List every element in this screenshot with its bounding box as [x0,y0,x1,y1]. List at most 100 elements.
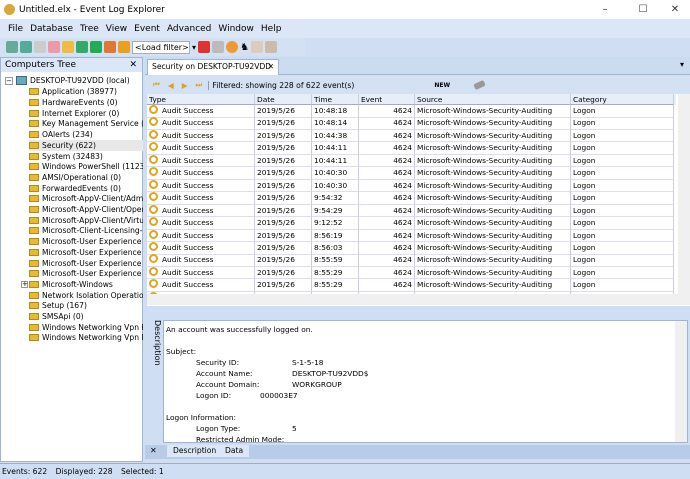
horizontal-scrollbar[interactable] [147,294,690,305]
folder-icon[interactable] [62,41,74,53]
table-row[interactable]: Audit Success 2019/5/26 10:44:11 4624 Micros… [147,142,676,155]
tree-item[interactable]: Microsoft-User Experience Virtualization [29,236,143,247]
cell-text: Logon [573,180,596,190]
binoculars-icon[interactable]: ♞ [240,42,249,53]
column-header-source[interactable]: Source [415,94,571,105]
tab-description[interactable]: Description [167,445,223,457]
cell-text: Logon [573,106,596,115]
menu-file[interactable]: File [8,24,23,34]
save-icon[interactable] [76,41,88,53]
disabled-icon[interactable] [34,41,46,53]
table-row[interactable]: Audit Success 2019/5/26 10:48:14 4624 Micros… [147,117,676,131]
first-icon[interactable]: ⏮ [153,80,160,90]
tree-item[interactable]: Microsoft-User Experience Virtualization [29,268,143,279]
tab-security[interactable]: Security on DESKTOP-TU92VDD ✕ [147,59,279,75]
tree-root[interactable]: − DESKTOP-TU92VDD (local) [5,75,143,86]
tree-item[interactable]: Windows PowerShell (11234) [29,161,143,172]
remove-filter-icon[interactable] [198,41,211,53]
menu-event[interactable]: Event [134,24,160,34]
menu-advanced[interactable]: Advanced [167,24,211,34]
folder-icon [29,334,39,342]
tree-item[interactable]: Setup (167) [29,300,143,311]
tree-item[interactable]: ForwardedEvents (0) [29,183,143,194]
table-row[interactable]: Audit Success 2019/5/26 10:40:30 4624 Micros… [147,167,676,180]
save-as-icon[interactable] [90,41,102,53]
tree-item[interactable]: HardwareEvents (0) [29,97,143,108]
tree-item[interactable]: Microsoft-AppV-Client/Admin (0) [29,193,143,204]
folder-icon [29,313,39,320]
column-header-time[interactable]: Time [312,94,359,105]
tree-item[interactable]: Windows Networking Vpn Plugin [29,332,143,343]
table-row[interactable]: Audit Success 2019/5/26 10:48:18 4624 Micros… [147,105,676,118]
tree-item[interactable]: SMSApi (0) [29,311,143,322]
tree-item[interactable]: Key Management Service (0) [29,118,143,129]
table-row[interactable]: Audit Success 2019/5/26 8:56:03 4624 Microso… [147,241,676,255]
menu-window[interactable]: Window [218,24,254,34]
collapse-icon[interactable]: − [5,76,13,85]
open-file-icon[interactable] [48,41,60,53]
table-row[interactable]: Audit Success 2019/5/26 8:55:59 4624 Microso… [147,254,676,267]
chevron-down-icon[interactable]: ▾ [192,43,196,52]
tree-item[interactable]: Application (38977) [29,86,143,97]
close-icon[interactable]: ✕ [129,58,137,72]
tab-menu-icon[interactable]: ▾ [680,60,684,69]
previous-icon[interactable]: ◀ [168,81,174,90]
tree-item[interactable]: Windows Networking Vpn Plugin [29,322,143,333]
new-computer-icon[interactable] [6,41,18,53]
eraser-icon[interactable] [473,79,486,91]
clear-log-icon[interactable] [104,41,116,53]
load-filter-select[interactable]: <Load filter> [132,40,190,54]
cell-text: 2019/5/26 [257,106,295,115]
print-icon[interactable] [264,41,277,53]
table-row[interactable]: Audit Success 2019/5/26 8:55:29 4624 Microso… [147,279,676,292]
tree-item[interactable]: Microsoft-User Experience Virtualization [29,247,143,258]
tree-item[interactable]: Security (622) [29,139,143,151]
close-icon[interactable]: ✕ [150,446,157,455]
column-header-date[interactable]: Date [255,94,312,105]
cell-event: 4624 [359,204,415,218]
column-header-event[interactable]: Event [359,94,415,105]
menu-database[interactable]: Database [30,24,73,34]
cell-text: 2019/5/26 [257,255,295,265]
column-header-category[interactable]: Category [571,94,674,105]
table-row[interactable]: Audit Success 2019/5/26 9:54:32 4624 Microso… [147,192,676,205]
menu-tree[interactable]: Tree [80,24,99,34]
tree-item[interactable]: AMSI/Operational (0) [29,172,143,183]
next-icon[interactable]: ▶ [182,81,188,90]
last-icon[interactable]: ⏭ [196,80,203,90]
vertical-scrollbar[interactable] [678,94,690,294]
tree-item[interactable]: System (32483) [29,151,143,162]
table-row[interactable]: Audit Success 2019/5/26 9:12:52 4624 Microso… [147,217,676,230]
table-row[interactable]: Audit Success 2019/5/26 9:54:29 4624 Microso… [147,204,676,218]
table-row[interactable]: Audit Success 2019/5/26 10:40:30 4624 Micros… [147,179,676,193]
folder-icon [29,291,39,299]
table-row[interactable]: Audit Success 2019/5/26 8:55:29 4624 Microso… [147,266,676,280]
column-header-type[interactable]: Type [147,94,255,105]
tab-data[interactable]: Data [219,445,250,457]
disabled-filter-icon[interactable] [212,41,225,53]
table-row[interactable]: Audit Success 2019/5/26 10:44:38 4624 Micros… [147,129,676,143]
tree-item[interactable]: OAlerts (234) [29,129,143,140]
minimize-button[interactable]: – [590,0,620,19]
table-row[interactable]: Audit Success 2019/5/26 10:44:11 4624 Micros… [147,154,676,168]
find-icon[interactable] [250,41,263,53]
tree-item[interactable]: Microsoft-User Experience Virtualization [29,258,143,269]
description-scrollbar[interactable] [675,321,687,442]
refresh-icon[interactable] [226,41,239,53]
menu-view[interactable]: View [106,24,127,34]
close-icon[interactable]: ✕ [268,60,274,74]
expand-icon[interactable]: + [21,280,28,288]
table-row[interactable]: Audit Success 2019/5/26 8:56:19 4624 Microso… [147,229,676,243]
cell-source: Microsoft-Windows-Security-Auditing [415,241,571,255]
filter-icon[interactable] [118,41,130,53]
maximize-button[interactable]: ☐ [628,0,658,19]
tree-item[interactable]: Microsoft-AppV-Client/Virtual Applicatio… [29,215,143,226]
close-button[interactable]: ✕ [660,0,690,19]
tree-item[interactable]: + Microsoft-Windows [21,279,135,290]
menu-help[interactable]: Help [261,24,282,34]
tree-item[interactable]: Network Isolation Operational [29,290,143,301]
add-log-icon[interactable] [20,41,32,53]
tree-item[interactable]: Microsoft-Client-Licensing-Platform [29,225,143,236]
tree-item[interactable]: Internet Explorer (0) [29,108,143,119]
tree-item[interactable]: Microsoft-AppV-Client/Operational [29,204,143,215]
